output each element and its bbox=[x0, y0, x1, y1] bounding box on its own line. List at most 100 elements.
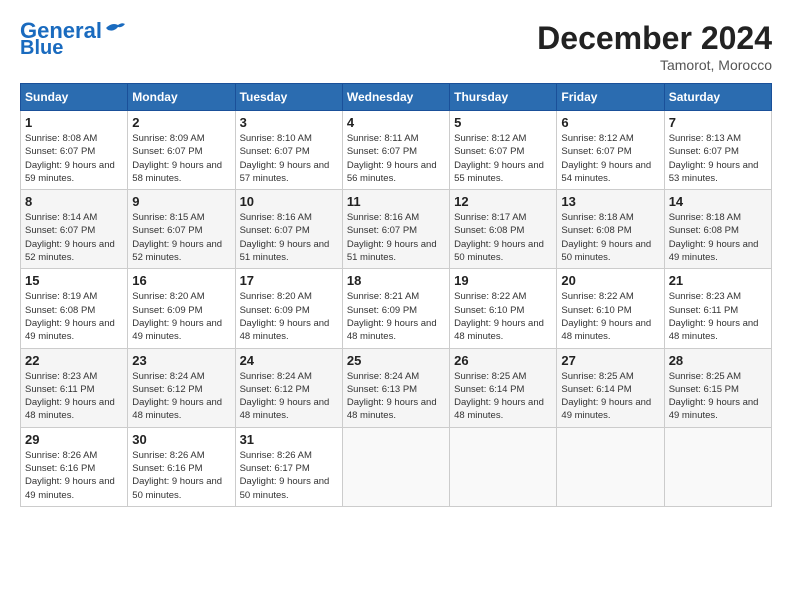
day-info: Sunrise: 8:24 AM Sunset: 6:13 PM Dayligh… bbox=[347, 370, 445, 423]
day-header-wednesday: Wednesday bbox=[342, 84, 449, 111]
calendar-cell: 29 Sunrise: 8:26 AM Sunset: 6:16 PM Dayl… bbox=[21, 427, 128, 506]
day-info: Sunrise: 8:17 AM Sunset: 6:08 PM Dayligh… bbox=[454, 211, 552, 264]
day-number: 17 bbox=[240, 273, 338, 288]
calendar-cell: 26 Sunrise: 8:25 AM Sunset: 6:14 PM Dayl… bbox=[450, 348, 557, 427]
day-info: Sunrise: 8:23 AM Sunset: 6:11 PM Dayligh… bbox=[669, 290, 767, 343]
month-title: December 2024 bbox=[537, 20, 772, 57]
calendar-cell: 19 Sunrise: 8:22 AM Sunset: 6:10 PM Dayl… bbox=[450, 269, 557, 348]
day-info: Sunrise: 8:24 AM Sunset: 6:12 PM Dayligh… bbox=[240, 370, 338, 423]
calendar-cell: 25 Sunrise: 8:24 AM Sunset: 6:13 PM Dayl… bbox=[342, 348, 449, 427]
day-info: Sunrise: 8:20 AM Sunset: 6:09 PM Dayligh… bbox=[240, 290, 338, 343]
calendar-cell: 14 Sunrise: 8:18 AM Sunset: 6:08 PM Dayl… bbox=[664, 190, 771, 269]
calendar-cell: 4 Sunrise: 8:11 AM Sunset: 6:07 PM Dayli… bbox=[342, 111, 449, 190]
day-info: Sunrise: 8:24 AM Sunset: 6:12 PM Dayligh… bbox=[132, 370, 230, 423]
day-number: 12 bbox=[454, 194, 552, 209]
day-info: Sunrise: 8:23 AM Sunset: 6:11 PM Dayligh… bbox=[25, 370, 123, 423]
day-info: Sunrise: 8:21 AM Sunset: 6:09 PM Dayligh… bbox=[347, 290, 445, 343]
day-number: 13 bbox=[561, 194, 659, 209]
day-number: 15 bbox=[25, 273, 123, 288]
day-number: 9 bbox=[132, 194, 230, 209]
day-number: 11 bbox=[347, 194, 445, 209]
calendar-cell: 9 Sunrise: 8:15 AM Sunset: 6:07 PM Dayli… bbox=[128, 190, 235, 269]
day-info: Sunrise: 8:22 AM Sunset: 6:10 PM Dayligh… bbox=[561, 290, 659, 343]
calendar-cell: 5 Sunrise: 8:12 AM Sunset: 6:07 PM Dayli… bbox=[450, 111, 557, 190]
day-number: 4 bbox=[347, 115, 445, 130]
day-info: Sunrise: 8:16 AM Sunset: 6:07 PM Dayligh… bbox=[240, 211, 338, 264]
day-header-friday: Friday bbox=[557, 84, 664, 111]
calendar-cell: 17 Sunrise: 8:20 AM Sunset: 6:09 PM Dayl… bbox=[235, 269, 342, 348]
logo: General Blue bbox=[20, 20, 126, 58]
day-info: Sunrise: 8:11 AM Sunset: 6:07 PM Dayligh… bbox=[347, 132, 445, 185]
day-info: Sunrise: 8:12 AM Sunset: 6:07 PM Dayligh… bbox=[561, 132, 659, 185]
day-info: Sunrise: 8:18 AM Sunset: 6:08 PM Dayligh… bbox=[669, 211, 767, 264]
calendar-cell: 24 Sunrise: 8:24 AM Sunset: 6:12 PM Dayl… bbox=[235, 348, 342, 427]
calendar-header-row: SundayMondayTuesdayWednesdayThursdayFrid… bbox=[21, 84, 772, 111]
day-info: Sunrise: 8:14 AM Sunset: 6:07 PM Dayligh… bbox=[25, 211, 123, 264]
calendar-cell: 21 Sunrise: 8:23 AM Sunset: 6:11 PM Dayl… bbox=[664, 269, 771, 348]
day-number: 16 bbox=[132, 273, 230, 288]
calendar-cell: 3 Sunrise: 8:10 AM Sunset: 6:07 PM Dayli… bbox=[235, 111, 342, 190]
calendar-week-row: 29 Sunrise: 8:26 AM Sunset: 6:16 PM Dayl… bbox=[21, 427, 772, 506]
location-subtitle: Tamorot, Morocco bbox=[537, 57, 772, 73]
calendar-cell: 10 Sunrise: 8:16 AM Sunset: 6:07 PM Dayl… bbox=[235, 190, 342, 269]
day-info: Sunrise: 8:26 AM Sunset: 6:17 PM Dayligh… bbox=[240, 449, 338, 502]
day-number: 14 bbox=[669, 194, 767, 209]
day-number: 28 bbox=[669, 353, 767, 368]
day-number: 7 bbox=[669, 115, 767, 130]
calendar-cell: 11 Sunrise: 8:16 AM Sunset: 6:07 PM Dayl… bbox=[342, 190, 449, 269]
calendar-cell: 12 Sunrise: 8:17 AM Sunset: 6:08 PM Dayl… bbox=[450, 190, 557, 269]
calendar-cell bbox=[557, 427, 664, 506]
calendar-cell bbox=[342, 427, 449, 506]
calendar-cell: 23 Sunrise: 8:24 AM Sunset: 6:12 PM Dayl… bbox=[128, 348, 235, 427]
day-number: 30 bbox=[132, 432, 230, 447]
calendar-cell: 2 Sunrise: 8:09 AM Sunset: 6:07 PM Dayli… bbox=[128, 111, 235, 190]
calendar-cell: 15 Sunrise: 8:19 AM Sunset: 6:08 PM Dayl… bbox=[21, 269, 128, 348]
day-info: Sunrise: 8:15 AM Sunset: 6:07 PM Dayligh… bbox=[132, 211, 230, 264]
day-header-sunday: Sunday bbox=[21, 84, 128, 111]
day-info: Sunrise: 8:12 AM Sunset: 6:07 PM Dayligh… bbox=[454, 132, 552, 185]
day-info: Sunrise: 8:09 AM Sunset: 6:07 PM Dayligh… bbox=[132, 132, 230, 185]
day-number: 21 bbox=[669, 273, 767, 288]
day-info: Sunrise: 8:16 AM Sunset: 6:07 PM Dayligh… bbox=[347, 211, 445, 264]
day-number: 20 bbox=[561, 273, 659, 288]
day-header-thursday: Thursday bbox=[450, 84, 557, 111]
calendar-cell: 13 Sunrise: 8:18 AM Sunset: 6:08 PM Dayl… bbox=[557, 190, 664, 269]
day-info: Sunrise: 8:19 AM Sunset: 6:08 PM Dayligh… bbox=[25, 290, 123, 343]
day-info: Sunrise: 8:22 AM Sunset: 6:10 PM Dayligh… bbox=[454, 290, 552, 343]
calendar-cell: 16 Sunrise: 8:20 AM Sunset: 6:09 PM Dayl… bbox=[128, 269, 235, 348]
day-number: 19 bbox=[454, 273, 552, 288]
day-number: 1 bbox=[25, 115, 123, 130]
day-number: 26 bbox=[454, 353, 552, 368]
day-info: Sunrise: 8:26 AM Sunset: 6:16 PM Dayligh… bbox=[25, 449, 123, 502]
calendar-cell: 6 Sunrise: 8:12 AM Sunset: 6:07 PM Dayli… bbox=[557, 111, 664, 190]
day-number: 29 bbox=[25, 432, 123, 447]
day-number: 5 bbox=[454, 115, 552, 130]
day-info: Sunrise: 8:13 AM Sunset: 6:07 PM Dayligh… bbox=[669, 132, 767, 185]
calendar-cell: 1 Sunrise: 8:08 AM Sunset: 6:07 PM Dayli… bbox=[21, 111, 128, 190]
calendar-cell: 30 Sunrise: 8:26 AM Sunset: 6:16 PM Dayl… bbox=[128, 427, 235, 506]
day-info: Sunrise: 8:26 AM Sunset: 6:16 PM Dayligh… bbox=[132, 449, 230, 502]
day-number: 23 bbox=[132, 353, 230, 368]
calendar-cell: 31 Sunrise: 8:26 AM Sunset: 6:17 PM Dayl… bbox=[235, 427, 342, 506]
day-number: 10 bbox=[240, 194, 338, 209]
day-number: 24 bbox=[240, 353, 338, 368]
calendar-cell bbox=[664, 427, 771, 506]
calendar-cell: 7 Sunrise: 8:13 AM Sunset: 6:07 PM Dayli… bbox=[664, 111, 771, 190]
day-number: 6 bbox=[561, 115, 659, 130]
day-info: Sunrise: 8:10 AM Sunset: 6:07 PM Dayligh… bbox=[240, 132, 338, 185]
calendar-week-row: 15 Sunrise: 8:19 AM Sunset: 6:08 PM Dayl… bbox=[21, 269, 772, 348]
day-info: Sunrise: 8:08 AM Sunset: 6:07 PM Dayligh… bbox=[25, 132, 123, 185]
day-header-saturday: Saturday bbox=[664, 84, 771, 111]
day-number: 18 bbox=[347, 273, 445, 288]
day-number: 31 bbox=[240, 432, 338, 447]
calendar-cell: 28 Sunrise: 8:25 AM Sunset: 6:15 PM Dayl… bbox=[664, 348, 771, 427]
logo-blue: Blue bbox=[20, 38, 63, 58]
day-number: 27 bbox=[561, 353, 659, 368]
day-info: Sunrise: 8:25 AM Sunset: 6:14 PM Dayligh… bbox=[561, 370, 659, 423]
day-info: Sunrise: 8:20 AM Sunset: 6:09 PM Dayligh… bbox=[132, 290, 230, 343]
title-section: December 2024 Tamorot, Morocco bbox=[537, 20, 772, 73]
day-header-monday: Monday bbox=[128, 84, 235, 111]
calendar-cell: 20 Sunrise: 8:22 AM Sunset: 6:10 PM Dayl… bbox=[557, 269, 664, 348]
day-number: 3 bbox=[240, 115, 338, 130]
day-number: 25 bbox=[347, 353, 445, 368]
